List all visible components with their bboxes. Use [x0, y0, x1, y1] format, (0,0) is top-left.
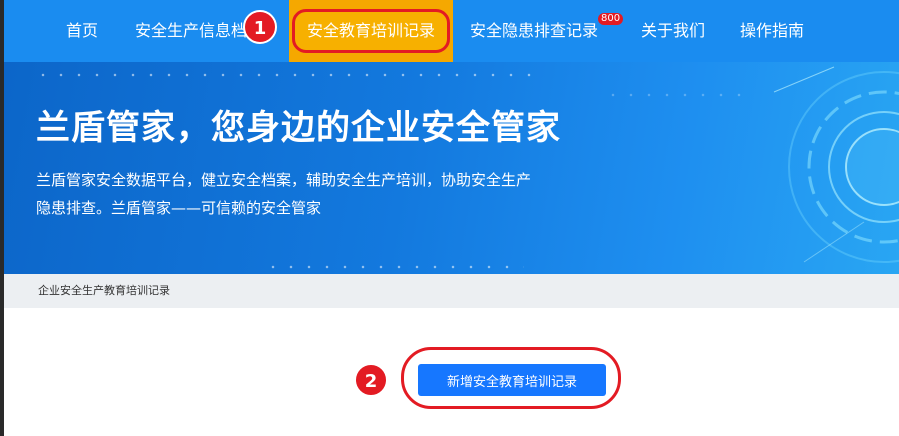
- nav-safety-info-archive[interactable]: 安全生产信息档: [135, 0, 253, 62]
- hero-desc-line-1: 兰盾管家安全数据平台，健立安全档案，辅助安全生产培训，协助安全生产: [36, 171, 532, 189]
- add-training-record-button[interactable]: 新增安全教育培训记录: [418, 364, 606, 396]
- tech-circle-graphic: [773, 66, 899, 263]
- notification-badge: 800: [598, 13, 624, 25]
- decorative-dots: [264, 262, 524, 272]
- nav-home[interactable]: 首页: [66, 0, 98, 62]
- nav-active-label: 安全教育培训记录: [292, 9, 450, 53]
- nav-safety-training-records[interactable]: 安全教育培训记录: [289, 0, 453, 62]
- hero-description: 兰盾管家安全数据平台，健立安全档案，辅助安全生产培训，协助安全生产 隐患排查。兰…: [36, 166, 556, 222]
- nav-hazard-inspection-records[interactable]: 安全隐患排查记录: [470, 0, 598, 62]
- hero-banner: 兰盾管家，您身边的企业安全管家 兰盾管家安全数据平台，健立安全档案，辅助安全生产…: [0, 62, 899, 274]
- hero-title: 兰盾管家，您身边的企业安全管家: [36, 108, 561, 148]
- breadcrumb: 企业安全生产教育培训记录: [0, 274, 899, 308]
- hero-desc-line-2: 隐患排查。兰盾管家——可信赖的安全管家: [36, 199, 322, 217]
- decorative-dots: [604, 90, 754, 100]
- nav-operation-guide[interactable]: 操作指南: [740, 0, 804, 62]
- top-navbar: 首页 安全生产信息档 安全教育培训记录 安全隐患排查记录 800 关于我们 操作…: [0, 0, 899, 62]
- decorative-dots: [34, 70, 534, 80]
- step-marker-1: 1: [243, 10, 277, 44]
- nav-about-us[interactable]: 关于我们: [641, 0, 705, 62]
- step-marker-2: 2: [354, 363, 388, 397]
